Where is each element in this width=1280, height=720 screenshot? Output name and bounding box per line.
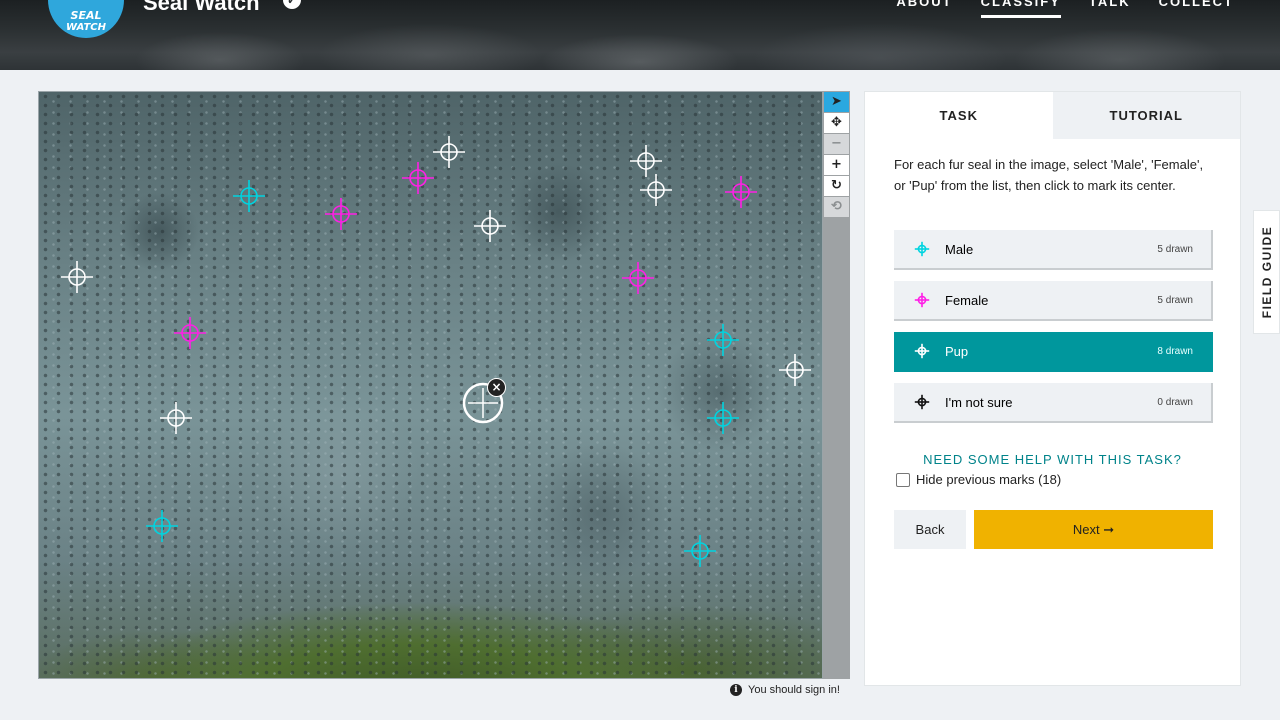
- choice-label: Male: [945, 241, 974, 257]
- male-marker[interactable]: [703, 320, 743, 360]
- hide-previous-marks[interactable]: Hide previous marks (18): [896, 472, 1061, 487]
- male-marker[interactable]: [703, 398, 743, 438]
- nav-collect[interactable]: COLLECT: [1159, 0, 1234, 18]
- project-header: SEAL WATCH Seal Watch ✓ ABOUT CLASSIFY T…: [0, 0, 1280, 70]
- hide-marks-label: Hide previous marks (18): [916, 472, 1062, 487]
- subject-image-viewer[interactable]: ×: [38, 91, 823, 679]
- choice-label: I'm not sure: [945, 394, 1013, 410]
- male-marker[interactable]: [142, 506, 182, 546]
- pup-marker[interactable]: [636, 170, 676, 210]
- choice-count: 0 drawn: [1157, 396, 1193, 408]
- field-guide-tab[interactable]: FIELD GUIDE: [1253, 210, 1280, 334]
- nav-about[interactable]: ABOUT: [896, 0, 952, 18]
- zoom-in-tool-icon[interactable]: +: [824, 155, 849, 175]
- choice-female[interactable]: Female 5 drawn: [894, 281, 1213, 321]
- pup-marker[interactable]: [57, 257, 97, 297]
- pup-marker[interactable]: [429, 132, 469, 172]
- nav-classify[interactable]: CLASSIFY: [980, 0, 1061, 18]
- nav-talk[interactable]: TALK: [1089, 0, 1131, 18]
- back-button[interactable]: Back: [894, 510, 966, 549]
- crosshair-icon: [913, 342, 931, 360]
- pup-marker[interactable]: [156, 398, 196, 438]
- choice-label: Female: [945, 292, 989, 308]
- female-marker[interactable]: [618, 258, 658, 298]
- sign-in-notice[interactable]: i You should sign in!: [730, 684, 840, 696]
- pup-marker[interactable]: [775, 350, 815, 390]
- female-marker[interactable]: [721, 172, 761, 212]
- reset-tool-icon[interactable]: ⟲: [824, 197, 849, 217]
- choice-count: 5 drawn: [1157, 294, 1193, 306]
- project-nav: ABOUT CLASSIFY TALK COLLECT: [896, 0, 1234, 18]
- tab-task[interactable]: TASK: [865, 92, 1053, 139]
- choice-i-m-not-sure[interactable]: I'm not sure 0 drawn: [894, 383, 1213, 423]
- female-marker[interactable]: [321, 194, 361, 234]
- male-marker[interactable]: [229, 176, 269, 216]
- zoom-out-tool-icon[interactable]: −: [824, 134, 849, 154]
- image-toolbar: ➤ ✥ − + ↻ ⟲: [823, 91, 850, 679]
- tab-tutorial[interactable]: TUTORIAL: [1052, 92, 1240, 139]
- male-marker[interactable]: [680, 531, 720, 571]
- female-marker[interactable]: [170, 313, 210, 353]
- pup-marker[interactable]: [470, 206, 510, 246]
- crosshair-icon: [913, 240, 931, 258]
- seal-watch-logo[interactable]: SEAL WATCH: [48, 0, 124, 38]
- project-title[interactable]: Seal Watch: [143, 0, 260, 16]
- choice-count: 5 drawn: [1157, 243, 1193, 255]
- logo-line-2: WATCH: [66, 22, 106, 33]
- choice-label: Pup: [945, 343, 969, 359]
- task-panel: TASK TUTORIAL For each fur seal in the i…: [864, 91, 1241, 686]
- logo-line-1: SEAL: [70, 9, 102, 22]
- crosshair-icon: [913, 291, 931, 309]
- pointer-tool-icon[interactable]: ➤: [824, 92, 849, 112]
- crosshair-icon: [913, 393, 931, 411]
- choice-pup[interactable]: Pup 8 drawn: [894, 332, 1213, 372]
- delete-marker-icon[interactable]: ×: [487, 378, 506, 397]
- info-icon: i: [730, 684, 742, 696]
- rotate-tool-icon[interactable]: ↻: [824, 176, 849, 196]
- hide-marks-checkbox[interactable]: [896, 472, 910, 487]
- choice-count: 8 drawn: [1157, 345, 1193, 357]
- choice-male[interactable]: Male 5 drawn: [894, 230, 1213, 270]
- sign-in-text: You should sign in!: [748, 684, 840, 696]
- need-help-link[interactable]: NEED SOME HELP WITH THIS TASK?: [865, 452, 1240, 467]
- task-tabs: TASK TUTORIAL: [865, 92, 1240, 139]
- field-guide-label: FIELD GUIDE: [1259, 225, 1274, 319]
- next-button[interactable]: Next ➞: [974, 510, 1213, 549]
- task-instructions: For each fur seal in the image, select '…: [894, 157, 1204, 193]
- pan-tool-icon[interactable]: ✥: [824, 113, 849, 133]
